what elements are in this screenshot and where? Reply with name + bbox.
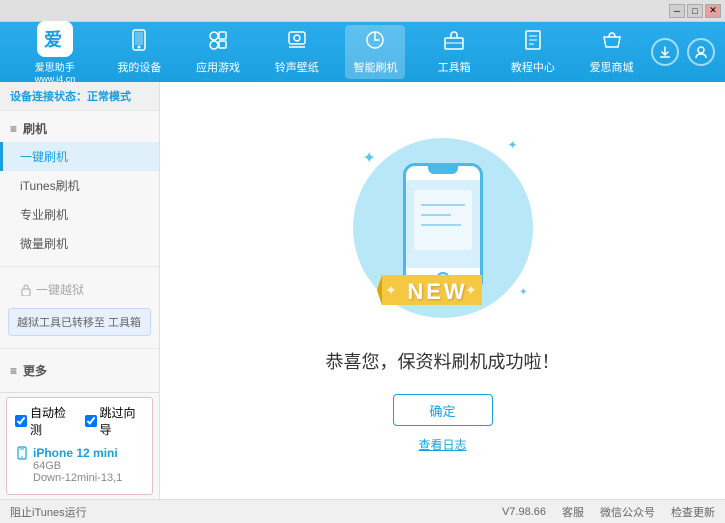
sidebar-item-pro-flash[interactable]: 专业刷机: [0, 200, 159, 229]
divider-2: [0, 348, 159, 349]
skip-wizard-label: 跳过向导: [100, 404, 145, 438]
nav-right: [651, 38, 715, 66]
nav-item-my-device[interactable]: 我的设备: [109, 25, 169, 79]
auto-detect-input[interactable]: [15, 415, 27, 427]
auto-detect-label: 自动检测: [30, 404, 75, 438]
section-icon-more: ≡: [10, 364, 17, 378]
divider-1: [0, 266, 159, 267]
phone-notch: [428, 166, 458, 174]
section-icon-flash: ≡: [10, 122, 17, 136]
section-header-more: ≡ 更多: [0, 357, 159, 384]
mall-icon: [601, 29, 623, 57]
sidebar-section-flash: ≡ 刷机 一键刷机 iTunes刷机 专业刷机 微量刷机: [0, 111, 159, 262]
user-btn[interactable]: [687, 38, 715, 66]
device-name: iPhone 12 mini: [33, 446, 118, 460]
section-label-flash: 刷机: [23, 120, 47, 137]
device-version: Down-12mini-13,1: [33, 472, 144, 484]
music-icon: [286, 29, 308, 57]
main-area: 设备连接状态：正常模式 ≡ 刷机 一键刷机 iTunes刷机 专业刷机 微量刷机: [0, 82, 725, 499]
bottom-left: 阻止iTunes运行: [10, 504, 87, 520]
nav-item-smart-flash[interactable]: 智能刷机: [345, 25, 405, 79]
checkbox-auto-detect[interactable]: 自动检测: [15, 404, 75, 438]
nav-item-toolbox[interactable]: 工具箱: [424, 25, 484, 79]
success-message: 恭喜您，保资料刷机成功啦！: [326, 348, 560, 374]
title-bar: ─ □ ✕: [0, 0, 725, 22]
nav-item-tutorials[interactable]: 教程中心: [503, 25, 563, 79]
check-update-link[interactable]: 检查更新: [671, 504, 715, 520]
nav-label-tutorials: 教程中心: [511, 59, 555, 75]
jailbreak-info-box: 越狱工具已转移至 工具箱: [8, 308, 151, 336]
status-label: 设备连接状态：: [10, 91, 87, 103]
phone-illustration: ✦ ✦ ✦: [343, 128, 543, 328]
sidebar-wrapper: 设备连接状态：正常模式 ≡ 刷机 一键刷机 iTunes刷机 专业刷机 微量刷机: [0, 82, 160, 499]
goto-log-link[interactable]: 查看日志: [418, 436, 466, 453]
logo-name: 爱思助手: [35, 59, 76, 74]
toolbox-icon: [443, 29, 465, 57]
section-header-flash: ≡ 刷机: [0, 115, 159, 142]
nav-label-toolbox: 工具箱: [438, 59, 471, 75]
checkbox-skip-wizard[interactable]: 跳过向导: [85, 404, 145, 438]
sidebar-section-jailbreak: 一键越狱 越狱工具已转移至 工具箱: [0, 271, 159, 344]
maximize-btn[interactable]: □: [687, 4, 703, 18]
sidebar-scroll: ≡ 刷机 一键刷机 iTunes刷机 专业刷机 微量刷机 一键越狱: [0, 111, 159, 392]
jailbreak-label: 一键越狱: [36, 281, 84, 298]
nav-item-mall[interactable]: 爱思商城: [582, 25, 642, 79]
phone-icon: [128, 29, 150, 57]
svg-text:爱: 爱: [44, 30, 62, 50]
logo-area: 爱 爱思助手 www.i4.cn: [10, 21, 100, 84]
sidebar-item-one-click-flash[interactable]: 一键刷机: [0, 142, 159, 171]
download-btn[interactable]: [651, 38, 679, 66]
sparkle-bottom-right: ✦: [519, 287, 527, 298]
nav-item-ringtones[interactable]: 铃声壁纸: [267, 25, 327, 79]
sidebar-footer: 自动检测 跳过向导 iPhone 12 mini: [0, 392, 159, 499]
logo-text: 爱思助手 www.i4.cn: [35, 59, 76, 84]
version-text: V7.98.66: [502, 506, 546, 518]
section-label-more: 更多: [23, 362, 47, 379]
sidebar-section-more: ≡ 更多 其他工具 下载固件 高级功能: [0, 353, 159, 392]
new-badge: ✦ ✦ NEW: [377, 265, 487, 318]
status-value: 正常模式: [87, 91, 131, 103]
nav-item-apps-games[interactable]: 应用游戏: [188, 25, 248, 79]
status-bar: 设备连接状态：正常模式: [0, 82, 159, 111]
nav-label-apps-games: 应用游戏: [196, 59, 240, 75]
nav-label-my-device: 我的设备: [117, 59, 161, 75]
sidebar-item-itunes-flash[interactable]: iTunes刷机: [0, 171, 159, 200]
sparkle-top-left: ✦: [363, 148, 376, 168]
new-ribbon-text: NEW: [407, 279, 467, 305]
nav-items: 我的设备 应用游戏 铃声壁纸: [100, 25, 651, 79]
minimize-btn[interactable]: ─: [669, 4, 685, 18]
skip-wizard-input[interactable]: [85, 415, 97, 427]
device-block: iPhone 12 mini 64GB Down-12mini-13,1: [15, 442, 144, 488]
bottom-right: V7.98.66 客服 微信公众号 检查更新: [502, 504, 715, 520]
service-link[interactable]: 客服: [562, 504, 584, 520]
nav-label-ringtones: 铃声壁纸: [275, 59, 319, 75]
bottom-bar: 阻止iTunes运行 V7.98.66 客服 微信公众号 检查更新: [0, 499, 725, 523]
jailbreak-info-text: 越狱工具已转移至 工具箱: [17, 317, 141, 329]
book-icon: [522, 29, 544, 57]
apps-icon: [207, 29, 229, 57]
stop-itunes-button[interactable]: 阻止iTunes运行: [10, 504, 87, 520]
content-area: ✦ ✦ ✦: [160, 82, 725, 499]
nav-label-mall: 爱思商城: [590, 59, 634, 75]
device-storage: 64GB: [33, 460, 144, 472]
wechat-link[interactable]: 微信公众号: [600, 504, 655, 520]
close-btn[interactable]: ✕: [705, 4, 721, 18]
confirm-button[interactable]: 确定: [393, 394, 493, 426]
device-icon: [15, 446, 29, 460]
sparkle-top-right: ✦: [507, 138, 517, 152]
logo-icon: 爱: [37, 21, 73, 57]
svg-text:✦: ✦: [385, 282, 397, 298]
flash-icon: [364, 29, 386, 57]
sidebar-locked-jailbreak: 一键越狱: [0, 275, 159, 304]
checkbox-row: 自动检测 跳过向导: [15, 404, 144, 438]
phone-screen: [406, 180, 480, 268]
nav-label-smart-flash: 智能刷机: [353, 59, 397, 75]
top-nav: 爱 爱思助手 www.i4.cn 我的设备: [0, 22, 725, 82]
sidebar-item-micro-flash[interactable]: 微量刷机: [0, 229, 159, 258]
sidebar-item-other-tools[interactable]: 其他工具: [0, 384, 159, 392]
